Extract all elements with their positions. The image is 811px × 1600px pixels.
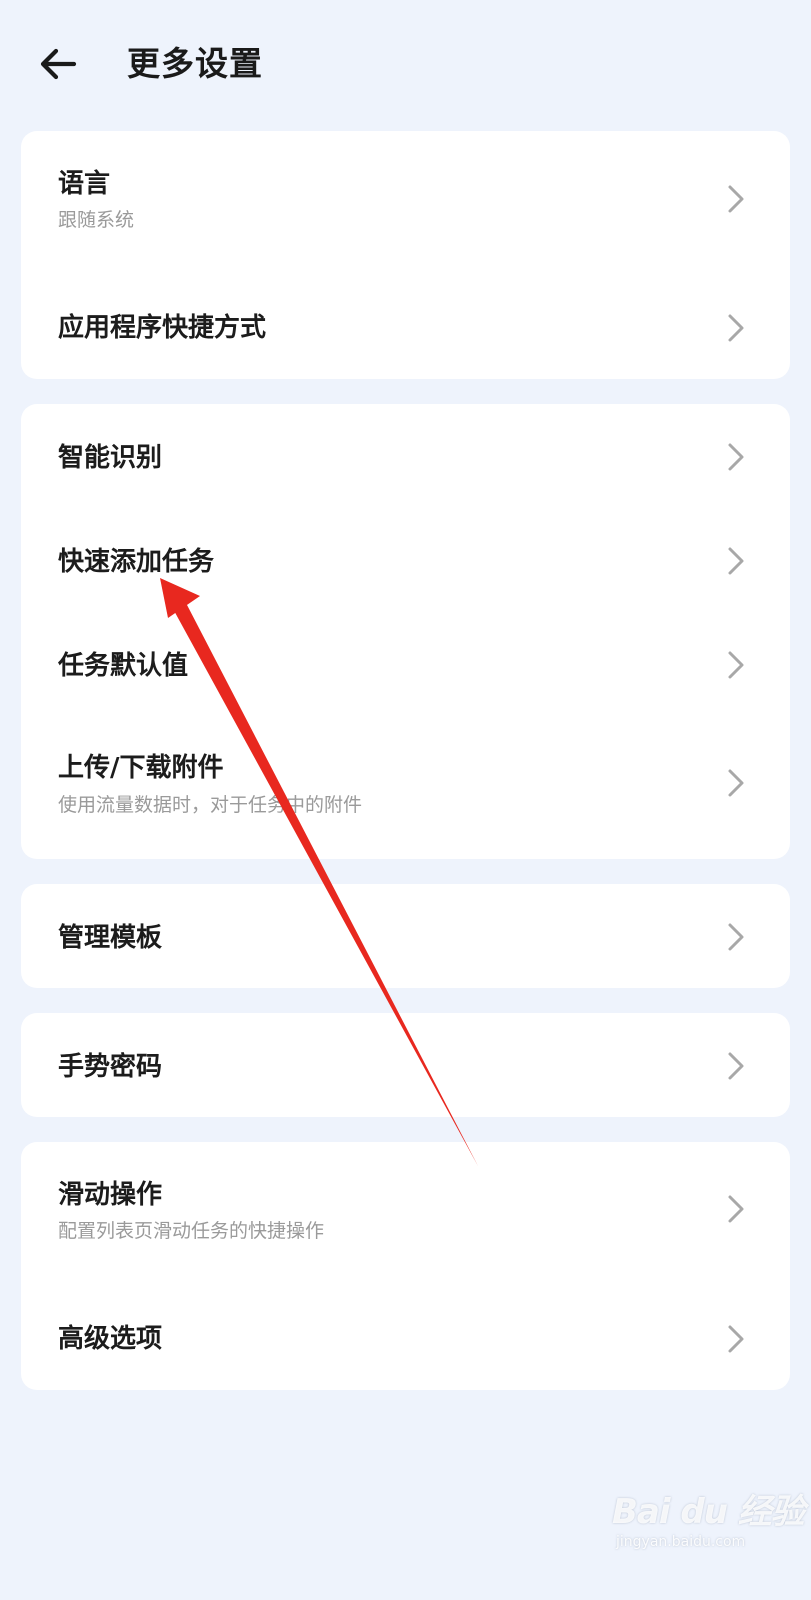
chevron-right-icon (727, 546, 745, 576)
setting-advanced-options-label: 高级选项 (58, 1324, 163, 1354)
setting-gesture-password[interactable]: 手势密码 (21, 1013, 790, 1117)
settings-card-general: 语言 跟随系统 应用程序快捷方式 (21, 131, 790, 379)
page-title: 更多设置 (127, 44, 263, 83)
setting-swipe-actions[interactable]: 滑动操作 配置列表页滑动任务的快捷操作 (21, 1142, 790, 1276)
baidu-watermark: Bai du 经验 jingyan.baidu.com (612, 1478, 805, 1564)
setting-app-shortcuts[interactable]: 应用程序快捷方式 (21, 265, 790, 379)
setting-swipe-actions-label: 滑动操作 (58, 1180, 163, 1210)
chevron-right-icon (727, 313, 745, 343)
setting-smart-recognition[interactable]: 智能识别 (21, 404, 790, 508)
watermark-logo: Bai du 经验 (612, 1492, 805, 1532)
setting-manage-templates-label: 管理模板 (58, 923, 163, 953)
setting-attachments-transfer[interactable]: 上传/下载附件 使用流量数据时，对于任务中的附件 (21, 716, 790, 859)
setting-task-defaults[interactable]: 任务默认值 (21, 612, 790, 716)
setting-quick-add-task-label: 快速添加任务 (58, 547, 215, 577)
setting-language[interactable]: 语言 跟随系统 (21, 131, 790, 265)
chevron-right-icon (727, 650, 745, 680)
settings-card-templates: 管理模板 (21, 884, 790, 988)
setting-advanced-options[interactable]: 高级选项 (21, 1276, 790, 1390)
chevron-right-icon (727, 1194, 745, 1224)
app-header: 更多设置 (0, 0, 811, 130)
setting-attachments-transfer-label: 上传/下载附件 (58, 753, 224, 783)
setting-quick-add-task[interactable]: 快速添加任务 (21, 508, 790, 612)
chevron-right-icon (727, 768, 745, 798)
setting-task-defaults-label: 任务默认值 (58, 651, 189, 681)
chevron-right-icon (727, 184, 745, 214)
watermark-url: jingyan.baidu.com (616, 1534, 746, 1550)
setting-language-label: 语言 (58, 169, 111, 199)
arrow-left-icon (40, 48, 77, 80)
setting-manage-templates[interactable]: 管理模板 (21, 884, 790, 988)
setting-gesture-password-label: 手势密码 (58, 1052, 163, 1082)
settings-card-security: 手势密码 (21, 1013, 790, 1117)
setting-attachments-transfer-desc: 使用流量数据时，对于任务中的附件 (58, 794, 363, 816)
back-button[interactable] (36, 42, 80, 86)
setting-swipe-actions-desc: 配置列表页滑动任务的快捷操作 (58, 1220, 325, 1242)
chevron-right-icon (727, 442, 745, 472)
settings-card-advanced: 滑动操作 配置列表页滑动任务的快捷操作 高级选项 (21, 1142, 790, 1390)
setting-smart-recognition-label: 智能识别 (58, 443, 163, 473)
setting-app-shortcuts-label: 应用程序快捷方式 (58, 313, 267, 343)
chevron-right-icon (727, 1324, 745, 1354)
chevron-right-icon (727, 1051, 745, 1081)
settings-card-tasks: 智能识别 快速添加任务 任务默认值 上传/下载附件 使用流量数据时，对于任务中的… (21, 404, 790, 859)
chevron-right-icon (727, 922, 745, 952)
setting-language-value: 跟随系统 (58, 209, 135, 231)
